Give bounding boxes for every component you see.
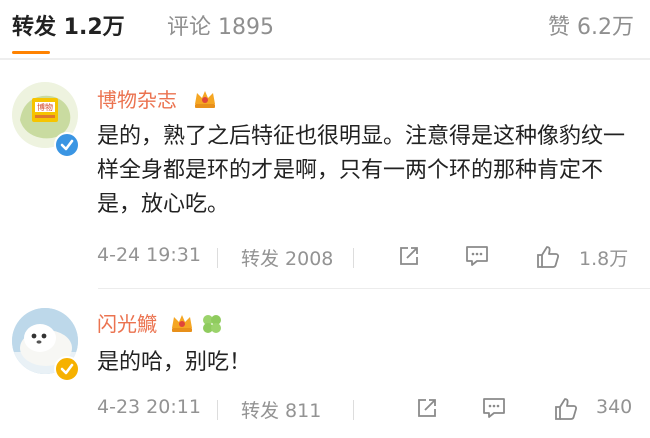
verified-yellow-icon (54, 356, 80, 382)
timestamp: 4-23 20:11 (97, 396, 201, 418)
comment-footer: 4-23 20:11 转发 811 340 (97, 394, 650, 424)
divider (353, 248, 354, 268)
comment-text: 是的哈，别吃！ (97, 350, 252, 375)
divider (353, 400, 354, 420)
comment-item: 博物 博物杂志 是的，熟了之后特征也很明显。注意得是这种像豹纹一样全身都是环的才… (0, 60, 650, 288)
repost-count[interactable]: 转发 2008 (241, 244, 333, 271)
comment-divider (98, 288, 650, 289)
active-tab-indicator (12, 51, 50, 54)
verified-blue-icon (54, 132, 80, 158)
share-icon[interactable] (415, 396, 439, 424)
username[interactable]: 博物杂志 (97, 86, 177, 114)
username[interactable]: 闪光鱵 (97, 310, 157, 338)
divider (217, 248, 218, 268)
like-count: 340 (596, 396, 633, 418)
crown-icon (195, 91, 215, 108)
comment-item: 闪光鱵 是的哈，别吃！ 4-23 20:11 转发 811 340 (0, 290, 650, 438)
like-icon[interactable] (553, 396, 579, 426)
divider (217, 400, 218, 420)
tab-like[interactable]: 赞 6.2万 (548, 12, 634, 44)
timestamp: 4-24 19:31 (97, 244, 201, 266)
repost-count[interactable]: 转发 811 (241, 396, 321, 423)
crown-icon (172, 315, 192, 332)
clover-icon (203, 315, 221, 333)
like-icon[interactable] (535, 244, 561, 274)
like-count: 1.8万 (579, 248, 629, 270)
comment-icon[interactable] (464, 244, 490, 272)
comment-icon[interactable] (481, 396, 507, 424)
comment-footer: 4-24 19:31 转发 2008 1.8万 (97, 242, 650, 272)
share-icon[interactable] (397, 244, 421, 272)
tab-repost[interactable]: 转发 1.2万 (12, 12, 125, 44)
svg-text:博物: 博物 (37, 102, 53, 112)
tab-comment[interactable]: 评论 1895 (167, 12, 274, 44)
tab-bar: 转发 1.2万 评论 1895 赞 6.2万 (0, 0, 650, 58)
comment-text: 是的，熟了之后特征也很明显。注意得是这种像豹纹一样全身都是环的才是啊，只有一两个… (97, 124, 626, 217)
